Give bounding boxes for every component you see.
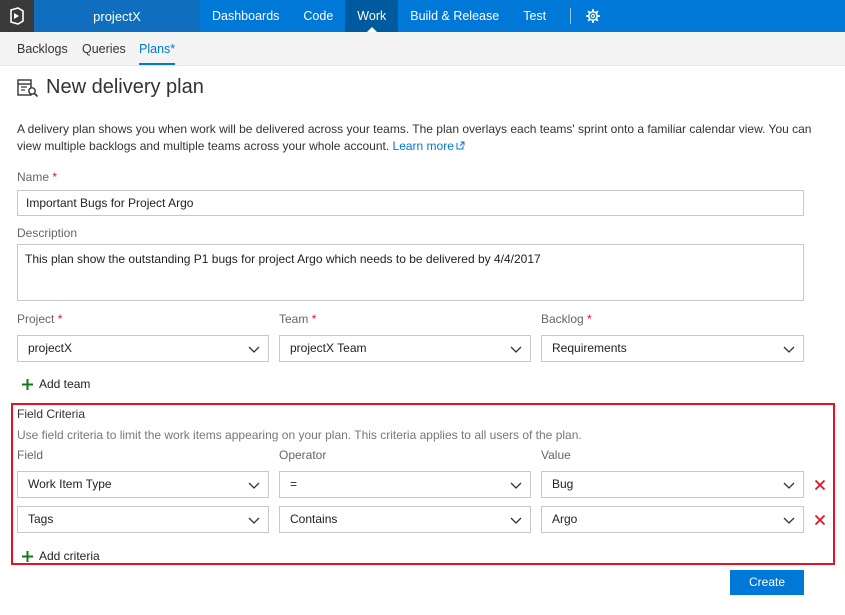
- description-textarea[interactable]: This plan show the outstanding P1 bugs f…: [17, 244, 804, 301]
- value-column-label: Value: [541, 448, 571, 462]
- gear-icon[interactable]: [583, 0, 603, 32]
- description-label: Description: [17, 226, 78, 240]
- add-team-button[interactable]: Add team: [22, 377, 90, 391]
- nav-work[interactable]: Work: [345, 0, 399, 32]
- external-link-icon: [456, 141, 465, 150]
- tab-queries[interactable]: Queries: [82, 32, 126, 65]
- criteria-value-select[interactable]: Argo: [541, 506, 804, 533]
- nav-build-release[interactable]: Build & Release: [398, 0, 511, 32]
- backlog-select[interactable]: Requirements: [541, 335, 804, 362]
- nav-dashboards[interactable]: Dashboards: [200, 0, 291, 32]
- chevron-down-icon: [510, 346, 522, 353]
- chevron-down-icon: [248, 482, 260, 489]
- chevron-down-icon: [510, 517, 522, 524]
- name-label: Name *: [17, 170, 58, 184]
- page-title: New delivery plan: [46, 76, 204, 98]
- create-button[interactable]: Create: [730, 570, 804, 595]
- chevron-down-icon: [510, 482, 522, 489]
- criteria-field-select[interactable]: Tags: [17, 506, 269, 533]
- nav-divider: [570, 8, 572, 24]
- criteria-operator-select[interactable]: Contains: [279, 506, 531, 533]
- vsts-logo-icon[interactable]: [0, 0, 34, 32]
- team-select[interactable]: projectX Team: [279, 335, 531, 362]
- tab-backlogs[interactable]: Backlogs: [17, 32, 68, 65]
- hub-navigation: Dashboards Code Work Build & Release Tes…: [200, 0, 603, 32]
- add-criteria-button[interactable]: Add criteria: [22, 549, 100, 563]
- tab-plans[interactable]: Plans*: [139, 32, 176, 65]
- sub-navigation: Backlogs Queries Plans*: [0, 32, 845, 66]
- learn-more-link[interactable]: Learn more: [393, 139, 465, 153]
- team-label: Team *: [279, 312, 317, 326]
- chevron-down-icon: [783, 517, 795, 524]
- plus-icon: [22, 550, 33, 562]
- field-criteria-hint: Use field criteria to limit the work ite…: [17, 428, 582, 442]
- chevron-down-icon: [248, 346, 260, 353]
- project-selector[interactable]: projectX: [34, 0, 200, 32]
- remove-criteria-icon[interactable]: [814, 479, 826, 491]
- page-description: A delivery plan shows you when work will…: [17, 121, 827, 155]
- field-column-label: Field: [17, 448, 44, 462]
- field-criteria-title: Field Criteria: [17, 407, 86, 421]
- project-label: Project *: [17, 312, 63, 326]
- chevron-down-icon: [783, 482, 795, 489]
- project-select[interactable]: projectX: [17, 335, 269, 362]
- chevron-down-icon: [248, 517, 260, 524]
- backlog-label: Backlog *: [541, 312, 592, 326]
- chevron-down-icon: [783, 346, 795, 353]
- plus-icon: [22, 378, 33, 390]
- criteria-field-select[interactable]: Work Item Type: [17, 471, 269, 498]
- nav-code[interactable]: Code: [291, 0, 345, 32]
- name-input[interactable]: Important Bugs for Project Argo: [17, 190, 804, 216]
- operator-column-label: Operator: [279, 448, 327, 462]
- nav-test[interactable]: Test: [511, 0, 558, 32]
- criteria-operator-select[interactable]: =: [279, 471, 531, 498]
- remove-criteria-icon[interactable]: [814, 514, 826, 526]
- delivery-plan-icon: [17, 78, 39, 97]
- criteria-value-select[interactable]: Bug: [541, 471, 804, 498]
- top-navigation-bar: projectX Dashboards Code Work Build & Re…: [0, 0, 845, 32]
- page-header: New delivery plan: [17, 76, 204, 99]
